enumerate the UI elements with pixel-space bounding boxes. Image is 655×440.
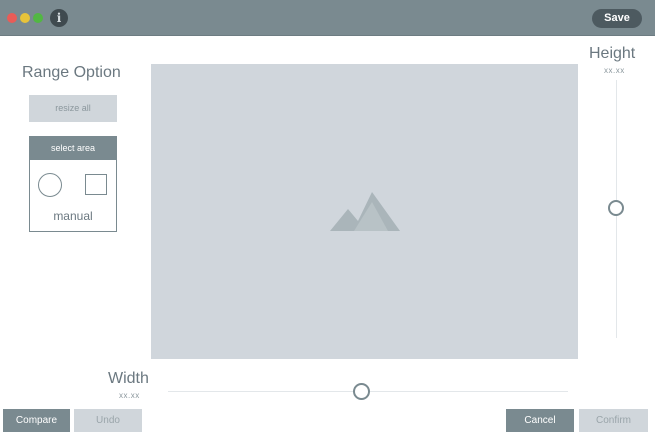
image-placeholder-icon [330,192,400,231]
minimize-window-button[interactable] [20,13,30,23]
cancel-button[interactable]: Cancel [506,409,574,432]
image-canvas[interactable] [151,64,578,359]
maximize-window-button[interactable] [33,13,43,23]
square-icon[interactable] [85,174,107,195]
width-label: Width [108,370,149,387]
resize-all-button[interactable]: resize all [29,95,117,122]
select-area-panel: select area manual [29,136,117,232]
compare-button[interactable]: Compare [3,409,70,432]
height-slider-thumb[interactable] [608,200,624,216]
range-option-title: Range Option [22,64,121,81]
height-label: Height [589,45,636,62]
title-bar: i Save [0,0,655,36]
height-value: xx.xx [604,66,625,75]
close-window-button[interactable] [7,13,17,23]
circle-icon[interactable] [38,173,62,197]
undo-button[interactable]: Undo [74,409,142,432]
save-button[interactable]: Save [592,9,642,28]
confirm-button[interactable]: Confirm [579,409,648,432]
width-slider-thumb[interactable] [353,383,370,400]
manual-label[interactable]: manual [30,209,116,223]
width-value: xx.xx [119,391,140,400]
select-area-header: select area [30,137,116,160]
info-icon[interactable]: i [50,9,68,27]
